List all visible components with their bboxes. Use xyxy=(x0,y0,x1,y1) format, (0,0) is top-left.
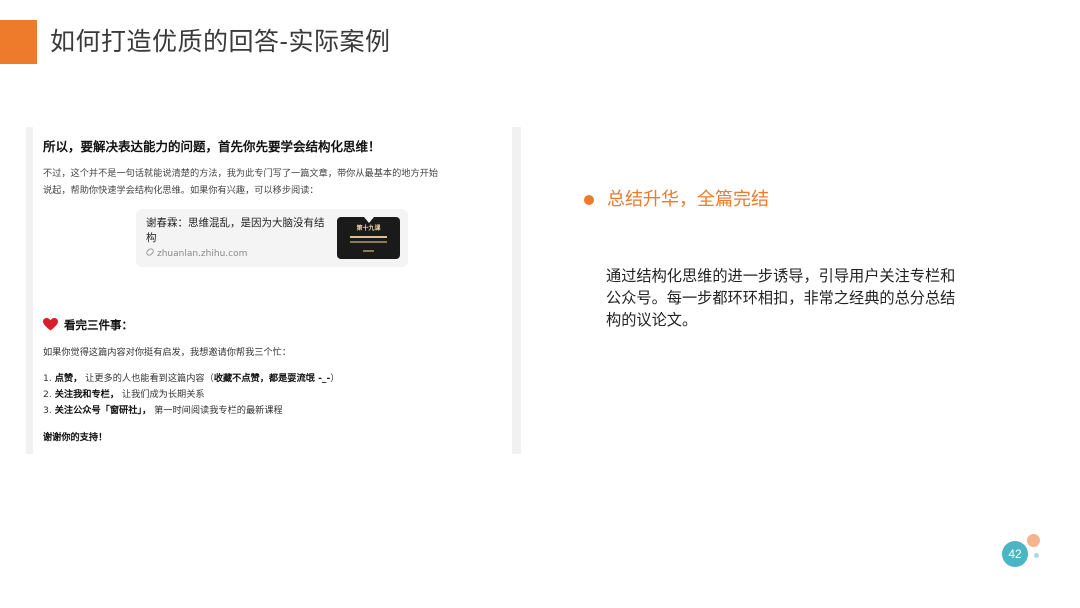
article-heading: 所以，要解决表达能力的问题，首先你先要学会结构化思维！ xyxy=(43,139,381,154)
article-thanks: 谢谢你的支持！ xyxy=(43,432,108,443)
list-item-bold: 关注我和专栏， xyxy=(54,389,120,400)
thumbnail-notch xyxy=(364,217,374,223)
page-number-badge: 42 xyxy=(1002,541,1028,567)
article-intro-line: 不过，这个并不是一句话就能说清楚的方法，我为此专门写了一篇文章，带你从最基本的地… xyxy=(43,168,439,179)
thumbnail-line xyxy=(350,236,387,238)
list-item: 1. 点赞， 让更多的人也能看到这篇内容（收藏不点赞，都是耍流氓 -_-） xyxy=(43,372,339,386)
article-content: 所以，要解决表达能力的问题，首先你先要学会结构化思维！ 不过，这个并不是一句话就… xyxy=(33,127,512,454)
summary-line: 通过结构化思维的进一步诱导，引导用户关注专栏和 xyxy=(606,267,956,285)
decorative-dot xyxy=(1034,553,1039,558)
list-item-number: 3. xyxy=(43,405,52,416)
bullet-dot xyxy=(584,195,594,205)
thumbnail-line xyxy=(363,250,374,252)
heart-icon xyxy=(43,318,58,331)
bullet-heading: 总结升华，全篇完结 xyxy=(607,189,769,210)
link-card-url-text: zhuanlan.zhihu.com xyxy=(157,249,248,259)
list-item: 3. 关注公众号「窗研社」， 第一时间阅读我专栏的最新课程 xyxy=(43,404,283,418)
article-intro: 不过，这个并不是一句话就能说清楚的方法，我为此专门写了一篇文章，带你从最基本的地… xyxy=(43,165,502,199)
list-item-text: ） xyxy=(330,373,340,384)
list-item-text: 让我们成为长期关系 xyxy=(119,389,205,400)
article-intro-line: 说起，帮助你快速学会结构化思维。如果你有兴趣，可以移步阅读： xyxy=(43,185,319,196)
title-accent-bar xyxy=(0,20,37,64)
article-screenshot: 所以，要解决表达能力的问题，首先你先要学会结构化思维！ 不过，这个并不是一句话就… xyxy=(26,127,521,454)
list-item-text: 让更多的人也能看到这篇内容（ xyxy=(82,373,214,384)
list-item-bold: 收藏不点赞，都是耍流氓 -_- xyxy=(213,373,331,384)
section-heading: 看完三件事： xyxy=(43,316,133,334)
list-item-text: 第一时间阅读我专栏的最新课程 xyxy=(151,405,283,416)
summary-line: 构的议论文。 xyxy=(606,311,698,329)
summary-line: 公众号。每一步都环环相扣，非常之经典的总分总结 xyxy=(606,289,956,307)
list-item-bold: 关注公众号「窗研社」， xyxy=(54,405,152,416)
thumbnail-line xyxy=(350,241,387,243)
link-card-title: 谢春霖：思维混乱，是因为大脑没有结构 xyxy=(146,217,325,244)
summary-text: 通过结构化思维的进一步诱导，引导用户关注专栏和 公众号。每一步都环环相扣，非常之… xyxy=(606,265,1026,331)
link-icon xyxy=(145,247,155,257)
list-item-number: 1. xyxy=(43,373,52,384)
list-item-bold: 点赞， xyxy=(54,373,83,384)
link-card-thumbnail: 第十九课 xyxy=(337,217,400,259)
thumbnail-title: 第十九课 xyxy=(356,225,381,232)
decorative-dot xyxy=(1027,534,1040,547)
section-heading-text: 看完三件事： xyxy=(64,318,133,332)
article-ask: 如果你觉得这篇内容对你挺有启发，我想邀请你帮我三个忙： xyxy=(43,347,292,358)
list-item-number: 2. xyxy=(43,389,52,400)
link-card[interactable]: 谢春霖：思维混乱，是因为大脑没有结构 zhuanlan.zhihu.com 第十… xyxy=(136,209,408,267)
list-item: 2. 关注我和专栏， 让我们成为长期关系 xyxy=(43,388,205,402)
link-card-url: zhuanlan.zhihu.com xyxy=(145,247,248,260)
slide-title: 如何打造优质的回答-实际案例 xyxy=(50,27,391,56)
